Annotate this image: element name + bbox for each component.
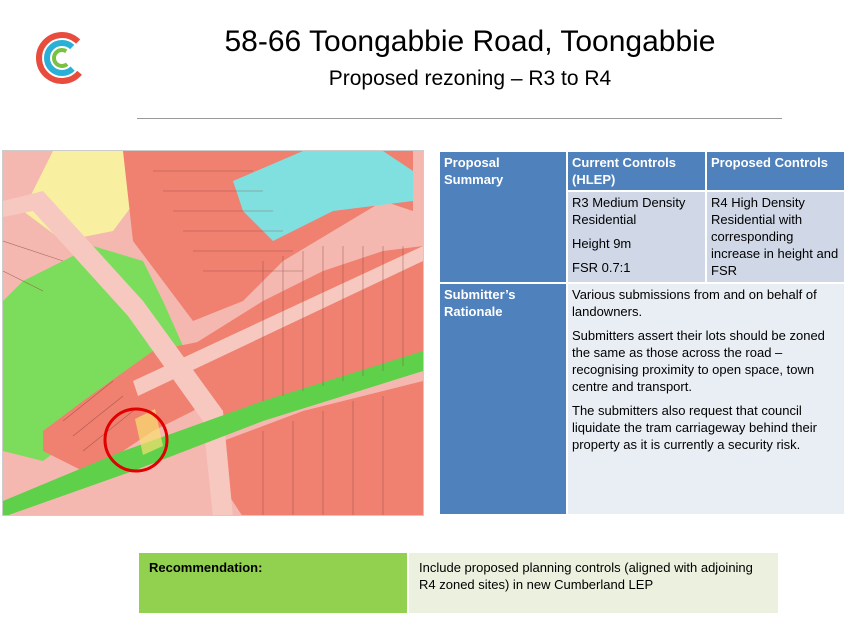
title-divider [137, 118, 782, 119]
zoning-map-graphic [3, 151, 423, 515]
controls-table: Proposal Summary Current Controls (HLEP)… [438, 149, 845, 516]
proposed-controls-cell: R4 High Density Residential with corresp… [705, 190, 845, 284]
rationale-paragraph: Submitters assert their lots should be z… [572, 328, 825, 394]
rationale-paragraph: The submitters also request that council… [572, 403, 817, 452]
rationale-header: Submitter’s Rationale [438, 282, 568, 516]
rationale-paragraph: Various submissions from and on behalf o… [572, 287, 817, 319]
recommendation-text: Include proposed planning controls (alig… [407, 551, 780, 615]
rationale-cell: Various submissions from and on behalf o… [566, 282, 845, 516]
zoning-map [2, 150, 424, 516]
current-zone: R3 Medium Density Residential [572, 195, 686, 228]
current-height: Height 9m [572, 236, 632, 252]
current-fsr: FSR 0.7:1 [572, 260, 631, 276]
current-controls-header: Current Controls (HLEP) [566, 149, 707, 193]
page-subtitle: Proposed rezoning – R3 to R4 [328, 67, 612, 90]
proposed-controls-header: Proposed Controls [705, 149, 845, 193]
proposal-summary-header: Proposal Summary [438, 150, 568, 284]
page-title: 58-66 Toongabbie Road, Toongabbie [224, 25, 716, 58]
council-logo-icon [36, 32, 88, 84]
recommendation-table: Recommendation: Include proposed plannin… [137, 551, 780, 615]
recommendation-label: Recommendation: [137, 551, 409, 615]
current-controls-cell: R3 Medium Density Residential Height 9m … [566, 190, 707, 284]
